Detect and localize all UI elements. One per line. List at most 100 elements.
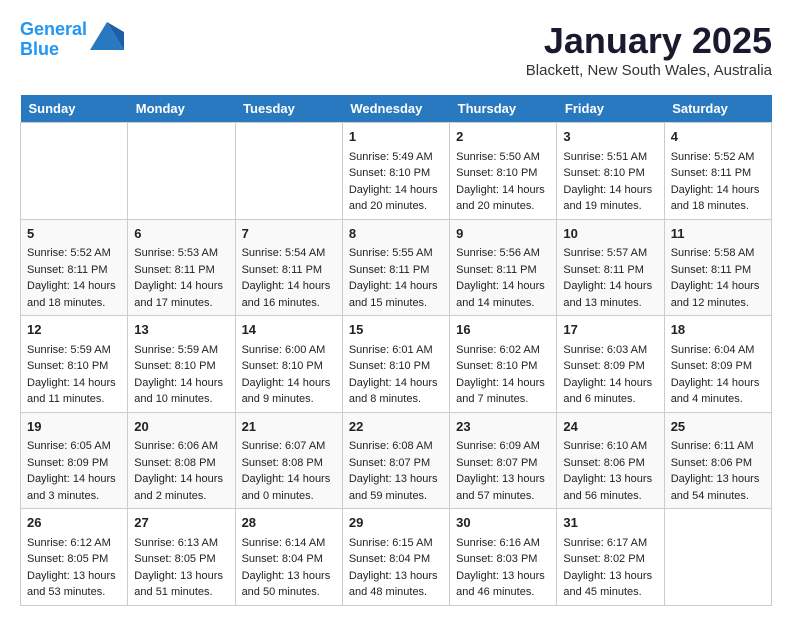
day-info: Sunset: 8:11 PM xyxy=(349,262,443,279)
weekday-header: Tuesday xyxy=(235,95,342,123)
day-info: Sunrise: 5:50 AM xyxy=(456,149,550,166)
day-info: Sunset: 8:07 PM xyxy=(349,455,443,472)
calendar-cell: 12Sunrise: 5:59 AMSunset: 8:10 PMDayligh… xyxy=(21,316,128,413)
day-info: Daylight: 13 hours and 45 minutes. xyxy=(563,568,657,601)
weekday-header: Wednesday xyxy=(342,95,449,123)
day-info: Sunset: 8:03 PM xyxy=(456,551,550,568)
day-number: 18 xyxy=(671,320,765,340)
calendar-cell: 13Sunrise: 5:59 AMSunset: 8:10 PMDayligh… xyxy=(128,316,235,413)
weekday-header: Sunday xyxy=(21,95,128,123)
day-number: 15 xyxy=(349,320,443,340)
location: Blackett, New South Wales, Australia xyxy=(526,62,772,79)
calendar-cell xyxy=(21,123,128,220)
day-info: Daylight: 13 hours and 57 minutes. xyxy=(456,471,550,504)
day-info: Sunrise: 5:59 AM xyxy=(134,342,228,359)
calendar-cell: 14Sunrise: 6:00 AMSunset: 8:10 PMDayligh… xyxy=(235,316,342,413)
day-number: 25 xyxy=(671,417,765,437)
calendar-cell: 15Sunrise: 6:01 AMSunset: 8:10 PMDayligh… xyxy=(342,316,449,413)
calendar-week-row: 26Sunrise: 6:12 AMSunset: 8:05 PMDayligh… xyxy=(21,509,772,606)
day-info: Daylight: 14 hours and 3 minutes. xyxy=(27,471,121,504)
day-info: Sunset: 8:04 PM xyxy=(349,551,443,568)
calendar-cell: 4Sunrise: 5:52 AMSunset: 8:11 PMDaylight… xyxy=(664,123,771,220)
day-info: Daylight: 14 hours and 9 minutes. xyxy=(242,375,336,408)
day-info: Sunrise: 5:57 AM xyxy=(563,245,657,262)
weekday-header: Friday xyxy=(557,95,664,123)
day-number: 11 xyxy=(671,224,765,244)
day-info: Sunrise: 5:59 AM xyxy=(27,342,121,359)
day-number: 2 xyxy=(456,127,550,147)
day-info: Sunset: 8:06 PM xyxy=(671,455,765,472)
day-info: Sunset: 8:10 PM xyxy=(134,358,228,375)
day-number: 7 xyxy=(242,224,336,244)
day-number: 14 xyxy=(242,320,336,340)
day-number: 4 xyxy=(671,127,765,147)
day-info: Daylight: 13 hours and 54 minutes. xyxy=(671,471,765,504)
day-info: Sunrise: 6:17 AM xyxy=(563,535,657,552)
day-info: Daylight: 13 hours and 53 minutes. xyxy=(27,568,121,601)
day-info: Sunset: 8:10 PM xyxy=(456,358,550,375)
calendar-cell: 21Sunrise: 6:07 AMSunset: 8:08 PMDayligh… xyxy=(235,412,342,509)
day-info: Sunset: 8:02 PM xyxy=(563,551,657,568)
day-info: Sunrise: 6:08 AM xyxy=(349,438,443,455)
day-number: 20 xyxy=(134,417,228,437)
calendar-cell: 29Sunrise: 6:15 AMSunset: 8:04 PMDayligh… xyxy=(342,509,449,606)
logo-icon xyxy=(90,22,124,50)
day-info: Sunrise: 5:55 AM xyxy=(349,245,443,262)
day-info: Sunrise: 6:07 AM xyxy=(242,438,336,455)
day-number: 17 xyxy=(563,320,657,340)
day-info: Daylight: 14 hours and 7 minutes. xyxy=(456,375,550,408)
day-info: Daylight: 13 hours and 50 minutes. xyxy=(242,568,336,601)
day-info: Sunrise: 5:51 AM xyxy=(563,149,657,166)
day-info: Daylight: 14 hours and 0 minutes. xyxy=(242,471,336,504)
day-number: 1 xyxy=(349,127,443,147)
day-info: Sunset: 8:05 PM xyxy=(27,551,121,568)
day-info: Sunrise: 6:10 AM xyxy=(563,438,657,455)
day-info: Sunrise: 5:49 AM xyxy=(349,149,443,166)
day-number: 8 xyxy=(349,224,443,244)
day-number: 22 xyxy=(349,417,443,437)
weekday-header: Saturday xyxy=(664,95,771,123)
day-number: 9 xyxy=(456,224,550,244)
day-number: 29 xyxy=(349,513,443,533)
calendar-cell: 25Sunrise: 6:11 AMSunset: 8:06 PMDayligh… xyxy=(664,412,771,509)
day-info: Sunset: 8:04 PM xyxy=(242,551,336,568)
day-info: Daylight: 14 hours and 11 minutes. xyxy=(27,375,121,408)
day-info: Sunrise: 5:54 AM xyxy=(242,245,336,262)
calendar-cell: 26Sunrise: 6:12 AMSunset: 8:05 PMDayligh… xyxy=(21,509,128,606)
day-info: Sunrise: 6:03 AM xyxy=(563,342,657,359)
day-info: Daylight: 14 hours and 12 minutes. xyxy=(671,278,765,311)
weekday-header-row: SundayMondayTuesdayWednesdayThursdayFrid… xyxy=(21,95,772,123)
day-number: 5 xyxy=(27,224,121,244)
calendar-cell: 9Sunrise: 5:56 AMSunset: 8:11 PMDaylight… xyxy=(450,219,557,316)
day-info: Sunrise: 5:52 AM xyxy=(671,149,765,166)
day-info: Sunrise: 6:04 AM xyxy=(671,342,765,359)
day-number: 30 xyxy=(456,513,550,533)
day-info: Sunset: 8:11 PM xyxy=(456,262,550,279)
day-number: 6 xyxy=(134,224,228,244)
logo: General Blue xyxy=(20,20,124,60)
calendar-week-row: 5Sunrise: 5:52 AMSunset: 8:11 PMDaylight… xyxy=(21,219,772,316)
day-info: Daylight: 14 hours and 19 minutes. xyxy=(563,182,657,215)
day-info: Daylight: 13 hours and 59 minutes. xyxy=(349,471,443,504)
day-number: 3 xyxy=(563,127,657,147)
day-number: 26 xyxy=(27,513,121,533)
day-info: Daylight: 14 hours and 20 minutes. xyxy=(456,182,550,215)
day-info: Sunrise: 5:58 AM xyxy=(671,245,765,262)
day-info: Sunset: 8:11 PM xyxy=(242,262,336,279)
day-info: Daylight: 14 hours and 2 minutes. xyxy=(134,471,228,504)
day-info: Sunrise: 6:00 AM xyxy=(242,342,336,359)
calendar-cell: 31Sunrise: 6:17 AMSunset: 8:02 PMDayligh… xyxy=(557,509,664,606)
calendar-cell: 6Sunrise: 5:53 AMSunset: 8:11 PMDaylight… xyxy=(128,219,235,316)
day-info: Sunrise: 6:16 AM xyxy=(456,535,550,552)
day-info: Sunrise: 6:11 AM xyxy=(671,438,765,455)
day-info: Sunset: 8:11 PM xyxy=(27,262,121,279)
calendar-week-row: 19Sunrise: 6:05 AMSunset: 8:09 PMDayligh… xyxy=(21,412,772,509)
day-info: Sunrise: 6:15 AM xyxy=(349,535,443,552)
day-number: 16 xyxy=(456,320,550,340)
logo-line1: General xyxy=(20,19,87,39)
calendar-week-row: 12Sunrise: 5:59 AMSunset: 8:10 PMDayligh… xyxy=(21,316,772,413)
calendar-cell: 10Sunrise: 5:57 AMSunset: 8:11 PMDayligh… xyxy=(557,219,664,316)
calendar-cell xyxy=(664,509,771,606)
day-info: Sunset: 8:05 PM xyxy=(134,551,228,568)
weekday-header: Thursday xyxy=(450,95,557,123)
